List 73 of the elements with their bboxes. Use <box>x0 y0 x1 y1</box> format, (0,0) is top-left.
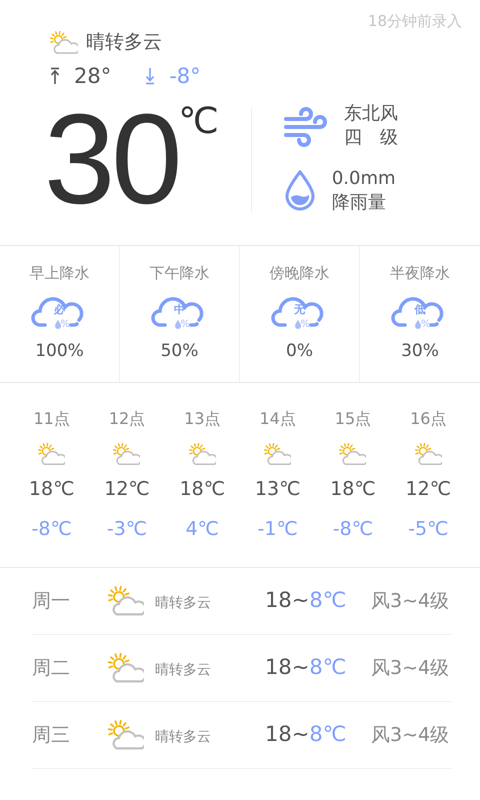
weather-condition: 晴转多云 <box>155 594 212 612</box>
hourly-high: 13℃ <box>254 477 300 502</box>
partly-cloudy-icon <box>188 443 216 466</box>
drop-icon <box>54 320 60 329</box>
hourly-high: 12℃ <box>104 477 150 502</box>
wind-level: 风3~4级 <box>371 656 450 681</box>
drop-icon <box>174 320 180 329</box>
wind-level: 风3~4级 <box>371 588 450 614</box>
temperature-unit: ℃ <box>178 104 219 140</box>
partly-cloudy-icon <box>414 443 442 466</box>
rainfall-amount: 0.0mm <box>332 166 396 191</box>
hour-label: 13点 <box>184 408 220 430</box>
hourly-low: -8℃ <box>332 516 374 542</box>
rainfall-label: 降雨量 <box>332 190 387 215</box>
hour-label: 12点 <box>108 408 146 430</box>
weather-condition: 晴转多云 <box>155 660 212 680</box>
hourly-low: 4℃ <box>186 516 220 542</box>
precipitation-label: 半夜降水 <box>390 263 450 284</box>
partly-cloudy-icon <box>108 720 144 750</box>
precipitation-value: 0% <box>286 340 313 362</box>
partly-cloudy-icon <box>50 30 78 54</box>
partly-cloudy-icon <box>113 443 140 466</box>
hour-label: 14点 <box>259 408 296 430</box>
record-time: 18分钟前录入 <box>368 11 462 32</box>
wind-level: 四 级 <box>344 126 398 150</box>
weekday: 周二 <box>32 656 71 681</box>
partly-cloudy-icon <box>264 443 292 466</box>
precipitation-value: 50% <box>160 340 198 362</box>
hourly-high: 18℃ <box>28 477 74 502</box>
percent-sign: % <box>421 320 431 330</box>
low-temp-arrow-icon <box>145 67 156 86</box>
hour-label: 11点 <box>33 408 70 430</box>
partly-cloudy-icon <box>339 443 366 466</box>
rain-chance-label: 必 <box>53 304 66 314</box>
drop-icon <box>294 320 300 329</box>
hourly-high: 18℃ <box>330 477 376 502</box>
water-drop-icon <box>284 170 316 212</box>
partly-cloudy-icon <box>108 586 144 616</box>
percent-sign: % <box>60 320 70 330</box>
partly-cloudy-icon <box>38 443 66 466</box>
hourly-low: -8℃ <box>32 516 72 542</box>
high-temp-arrow-icon <box>50 67 60 86</box>
weather-condition: 晴转多云 <box>86 30 162 55</box>
drop-icon <box>415 320 421 329</box>
precipitation-label: 傍晚降水 <box>270 263 330 284</box>
hour-label: 16点 <box>410 408 446 430</box>
percent-sign: % <box>180 320 190 330</box>
high-temperature: 28° <box>74 62 112 90</box>
rain-chance-label: 中 <box>173 304 186 314</box>
weather-condition: 晴转多云 <box>155 728 212 746</box>
current-temperature: 30 <box>44 96 178 224</box>
weekday: 周三 <box>32 722 71 748</box>
wind-level: 风3~4级 <box>371 722 450 748</box>
hourly-high: 12℃ <box>406 477 452 502</box>
partly-cloudy-icon <box>108 653 144 683</box>
hourly-low: -5℃ <box>408 516 448 542</box>
percent-sign: % <box>300 320 310 330</box>
hourly-low: -3℃ <box>106 516 148 542</box>
temperature-range: 18~8℃ <box>265 587 348 614</box>
temperature-range: 18~8℃ <box>265 654 348 682</box>
wind-icon <box>284 105 328 148</box>
hour-label: 15点 <box>334 408 372 430</box>
weekday: 周一 <box>32 588 71 614</box>
precipitation-value: 30% <box>401 340 439 362</box>
hourly-low: -1℃ <box>258 516 298 542</box>
precipitation-label: 早上降水 <box>30 263 90 284</box>
precipitation-value: 100% <box>35 340 84 362</box>
precipitation-label: 下午降水 <box>150 263 210 284</box>
hourly-high: 18℃ <box>180 477 226 502</box>
wind-direction: 东北风 <box>344 102 398 126</box>
low-temperature: -8° <box>169 62 201 90</box>
rain-chance-label: 无 <box>293 304 306 314</box>
temperature-range: 18~8℃ <box>265 721 348 748</box>
